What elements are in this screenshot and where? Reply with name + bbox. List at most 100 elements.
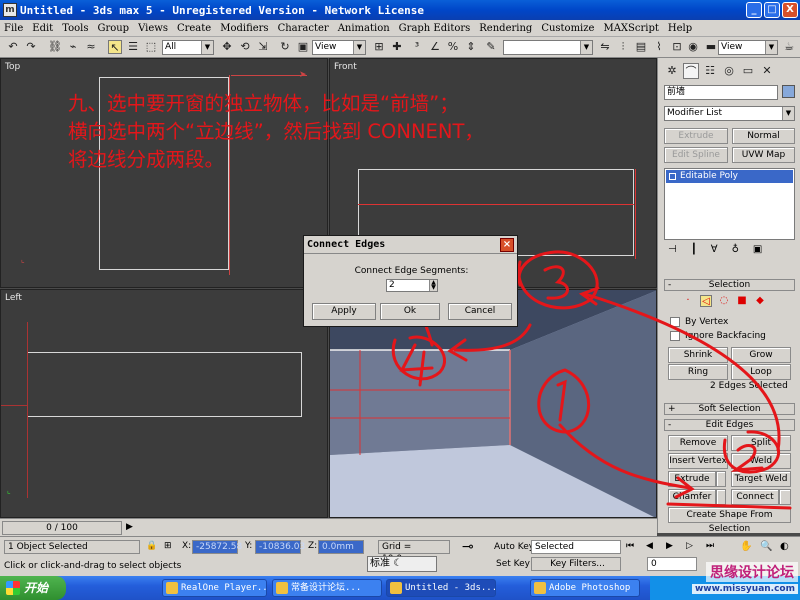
ok-button[interactable]: Ok [380,303,440,320]
render-scene-icon[interactable]: ▬ [704,40,718,54]
border-level-icon[interactable]: ◌ [718,295,730,307]
schematic-view-icon[interactable]: ⊡ [670,40,684,54]
z-coordinate-field[interactable]: 0.0mm [318,540,364,554]
named-selection-icon[interactable]: ✎ [484,40,498,54]
taskbar-item-forum[interactable]: 常备设计论坛... [272,579,382,597]
key-mode-dropdown[interactable]: Selected [531,540,621,554]
layer-manager-icon[interactable]: ▤ [634,40,648,54]
modify-tab-icon[interactable]: ⌒ [683,63,699,79]
play-icon[interactable]: ▶ [666,541,673,551]
named-selection-dropdown[interactable]: ▼ [503,40,593,55]
link-icon[interactable]: ⛓ [48,40,62,54]
ring-button[interactable]: Ring [668,364,728,380]
extrude-button[interactable]: Extrude [668,471,716,487]
split-button[interactable]: Split [731,435,791,451]
viewport-left-label[interactable]: Left [5,293,22,303]
align-icon[interactable]: ⫶ [616,40,630,54]
viewport-left[interactable]: Left ⌞ [0,289,328,518]
x-coordinate-field[interactable]: -25872.58 [192,540,242,554]
orbit-icon[interactable]: ◐ [780,541,789,552]
loop-button[interactable]: Loop [731,364,791,380]
polygon-level-icon[interactable]: ■ [736,295,748,307]
weld-button[interactable]: Weld [731,453,791,469]
reference-coordinate-dropdown[interactable]: View ▼ [312,40,366,55]
select-scale-icon[interactable]: ⇲ [256,40,270,54]
uvw-map-modifier-button[interactable]: UVW Map [732,147,795,163]
insert-vertex-button[interactable]: Insert Vertex [668,453,728,469]
curve-editor-icon[interactable]: ⌇ [652,40,666,54]
shrink-button[interactable]: Shrink [668,347,728,363]
normal-modifier-button[interactable]: Normal [732,128,795,144]
chamfer-button[interactable]: Chamfer [668,489,716,505]
menu-create[interactable]: Create [177,23,211,34]
pin-stack-icon[interactable]: ⊣ [668,244,677,255]
redo-icon[interactable]: ↷ [24,40,38,54]
undo-icon[interactable]: ↶ [6,40,20,54]
viewport-front-label[interactable]: Front [334,62,357,72]
selection-filter-dropdown[interactable]: All ▼ [162,40,214,55]
material-editor-icon[interactable]: ◉ [686,40,700,54]
select-rotate-icon[interactable]: ⟲ [238,40,252,54]
zoom-icon[interactable]: 🔍 [760,541,772,552]
hierarchy-tab-icon[interactable]: ☷ [702,63,718,79]
plus-icon[interactable] [669,173,676,180]
menu-edit[interactable]: Edit [32,23,53,34]
manipulate-icon[interactable]: ✚ [390,40,404,54]
start-button[interactable]: 开始 [0,576,66,600]
menu-file[interactable]: File [4,23,23,34]
key-filters-button[interactable]: Key Filters... [531,557,621,571]
region-select-icon[interactable]: ⬚ [144,40,158,54]
select-by-name-icon[interactable]: ☰ [126,40,140,54]
rotate-icon[interactable]: ↻ [278,40,292,54]
create-tab-icon[interactable]: ✲ [664,63,680,79]
connect-settings-button[interactable] [779,489,791,505]
auto-key-button[interactable]: Auto Key [494,542,534,552]
spinner-snap-icon[interactable]: ⇕ [464,40,478,54]
percent-snap-icon[interactable]: % [446,40,460,54]
select-icon[interactable]: ↖ [108,40,122,54]
next-frame-icon[interactable]: ▷ [686,541,693,551]
absolute-mode-icon[interactable]: ⊞ [164,541,172,551]
make-unique-icon[interactable]: ∀ [711,244,718,255]
menu-graph-editors[interactable]: Graph Editors [399,23,471,34]
create-shape-button[interactable]: Create Shape From Selection [668,507,791,534]
previous-frame-icon[interactable]: ◀ [646,541,653,551]
configure-modifier-sets-icon[interactable]: ▣ [753,244,762,255]
menu-help[interactable]: Help [668,23,692,34]
cancel-button[interactable]: Cancel [448,303,512,320]
go-to-start-icon[interactable]: ⏮ [626,541,634,551]
display-tab-icon[interactable]: ▭ [740,63,756,79]
soft-selection-rollout-header[interactable]: + Soft Selection [664,403,795,415]
y-coordinate-field[interactable]: -10836.03 [255,540,305,554]
menu-rendering[interactable]: Rendering [479,23,532,34]
lock-icon[interactable]: 🔒 [146,541,157,551]
object-name-field[interactable]: 前墙 [664,85,778,100]
bind-space-warp-icon[interactable]: ≈ [84,40,98,54]
connect-button[interactable]: Connect [731,489,779,505]
menu-views[interactable]: Views [138,23,168,34]
vertex-level-icon[interactable]: · [682,295,694,307]
menu-group[interactable]: Group [97,23,129,34]
moon-icon[interactable]: ☾ [393,558,402,569]
remove-modifier-icon[interactable]: ♁ [732,244,739,255]
show-end-result-icon[interactable]: ┃ [691,244,697,255]
extrude-settings-button[interactable] [716,471,726,487]
taskbar-item-realone[interactable]: RealOne Player... [162,579,267,597]
extrude-modifier-button[interactable]: Extrude [664,128,728,144]
menu-maxscript[interactable]: MAXScript [603,23,658,34]
menu-animation[interactable]: Animation [338,23,390,34]
unlink-icon[interactable]: ⌁ [66,40,80,54]
taskbar-item-3dsmax[interactable]: Untitled - 3ds... [386,579,496,597]
modifier-list-dropdown[interactable]: Modifier List ▼ [664,106,795,121]
apply-button[interactable]: Apply [312,303,376,320]
target-weld-button[interactable]: Target Weld [731,471,791,487]
quick-render-icon[interactable]: ☕ [782,40,796,54]
maximize-button[interactable]: □ [764,2,780,18]
utilities-tab-icon[interactable]: ✕ [759,63,775,79]
angle-snap-icon[interactable]: ∠ [428,40,442,54]
ime-status-bar[interactable]: 标准 ☾ [367,556,437,572]
ignore-backfacing-checkbox[interactable] [670,331,680,341]
taskbar-item-photoshop[interactable]: Adobe Photoshop [530,579,640,597]
menu-character[interactable]: Character [278,23,329,34]
key-icon[interactable]: ⊸ [462,539,474,555]
